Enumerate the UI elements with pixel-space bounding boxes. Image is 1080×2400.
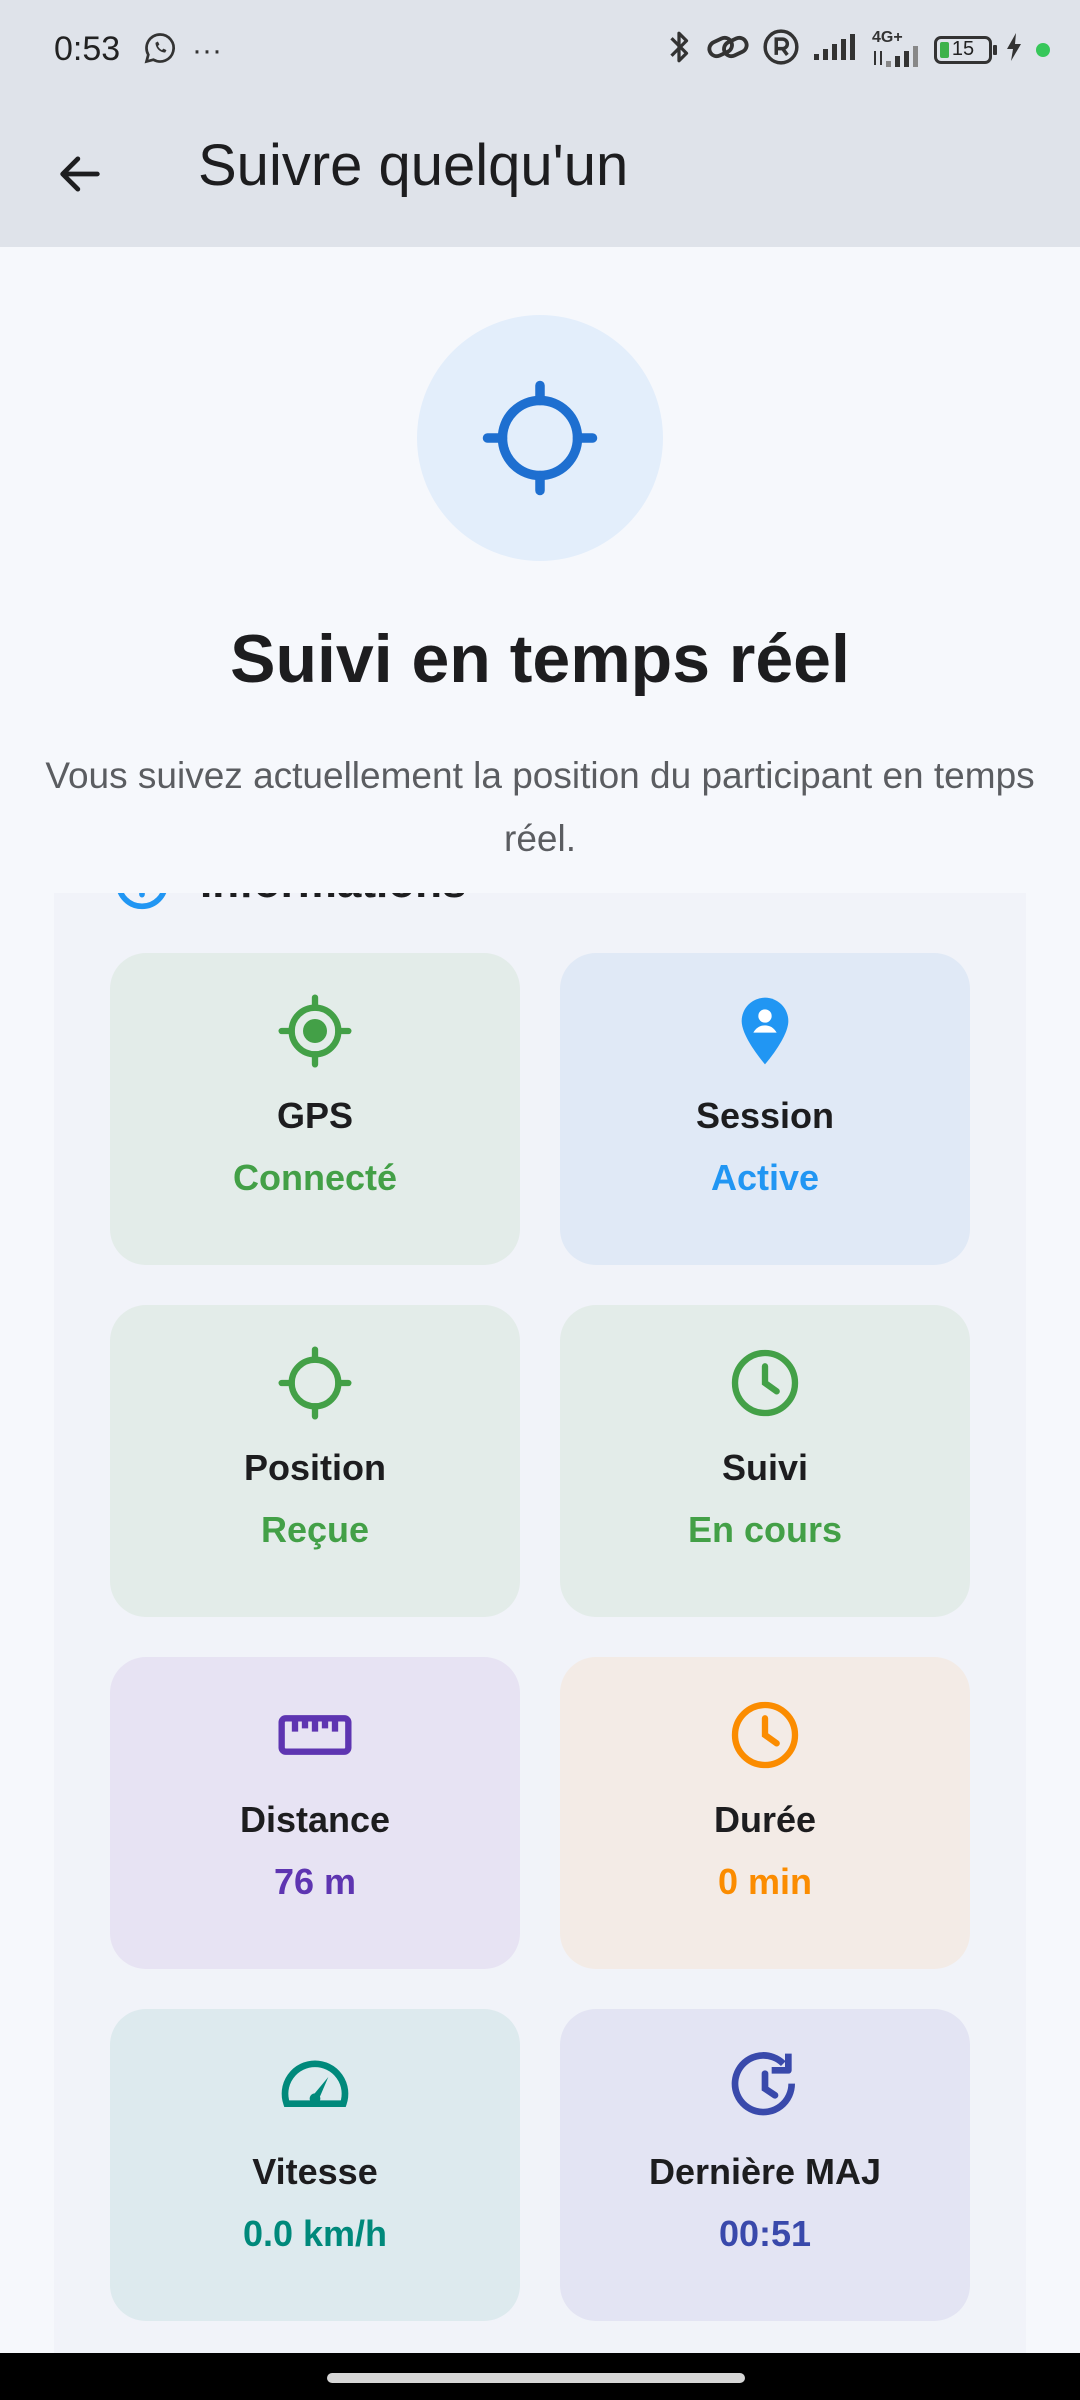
tile-derniere-maj: Dernière MAJ 00:51 [560, 2009, 970, 2321]
update-icon [725, 2047, 805, 2127]
tile-value: 00:51 [718, 2213, 812, 2254]
status-dot [1036, 42, 1050, 57]
tile-value: En cours [687, 1509, 843, 1550]
tile-gps: GPS Connecté [110, 953, 520, 1265]
tile-label: GPS [276, 1095, 354, 1136]
tile-label: Suivi [721, 1447, 809, 1488]
battery-indicator: 15 [934, 35, 997, 64]
page-title: Suivre quelqu'un [198, 133, 629, 198]
person-pin-icon [725, 991, 805, 1071]
status-bar: 0:53 ··· 4G+ 15 [0, 0, 1080, 106]
clock-icon [725, 1695, 805, 1775]
charging-icon [1004, 31, 1024, 68]
tile-value: 0.0 km/h [242, 2213, 388, 2254]
tile-vitesse: Vitesse 0.0 km/h [110, 2009, 520, 2321]
tile-label: Durée [713, 1799, 817, 1840]
hero-title: Suivi en temps réel [230, 621, 850, 697]
link-icon [706, 29, 750, 70]
status-time: 0:53 [54, 30, 121, 68]
signal-2-icon [874, 45, 918, 67]
network-type-label: 4G+ [872, 28, 903, 46]
system-nav-bar [0, 2353, 1080, 2400]
registered-icon [762, 28, 800, 71]
tile-value: Active [710, 1157, 820, 1198]
ruler-icon [275, 1695, 355, 1775]
speedometer-icon [275, 2047, 355, 2127]
back-button[interactable] [40, 134, 120, 214]
tile-session: Session Active [560, 953, 970, 1265]
more-notifications-icon: ··· [192, 33, 222, 67]
tile-duree: Durée 0 min [560, 1657, 970, 1969]
tile-label: Position [244, 1447, 386, 1488]
tile-label: Session [695, 1095, 835, 1136]
whatsapp-icon [142, 30, 178, 71]
info-icon [117, 893, 167, 910]
tile-suivi: Suivi En cours [560, 1305, 970, 1617]
crosshair-icon [275, 1343, 355, 1423]
arrow-left-icon [60, 156, 100, 192]
crosshair-icon [482, 380, 598, 496]
tile-label: Dernière MAJ [648, 2151, 882, 2192]
tile-distance: Distance 76 m [110, 1657, 520, 1969]
info-card-header: Informations [114, 893, 466, 913]
app-bar: Suivre quelqu'un [0, 106, 1080, 247]
bluetooth-icon [664, 28, 694, 71]
tile-label: Vitesse [252, 2151, 378, 2192]
info-card-title: Informations [200, 893, 466, 908]
tile-label: Distance [239, 1799, 391, 1840]
hero-subtitle: Vous suivez actuellement la position du … [45, 755, 1035, 859]
tile-value: Reçue [260, 1509, 370, 1550]
battery-level: 15 [951, 38, 975, 60]
clock-icon [725, 1343, 805, 1423]
tile-value: Connecté [232, 1157, 398, 1198]
tile-value: 0 min [717, 1861, 813, 1902]
tile-value: 76 m [273, 1861, 357, 1902]
tile-position: Position Reçue [110, 1305, 520, 1617]
info-card-viewport[interactable]: Informations GPS Connecté Session Active… [54, 893, 1026, 2353]
gps-fixed-icon [275, 991, 355, 1071]
home-gesture-handle[interactable] [327, 2373, 745, 2383]
signal-icon [812, 32, 860, 67]
info-card: Informations GPS Connecté Session Active… [54, 893, 1026, 2353]
hero-icon-circle [417, 315, 663, 561]
